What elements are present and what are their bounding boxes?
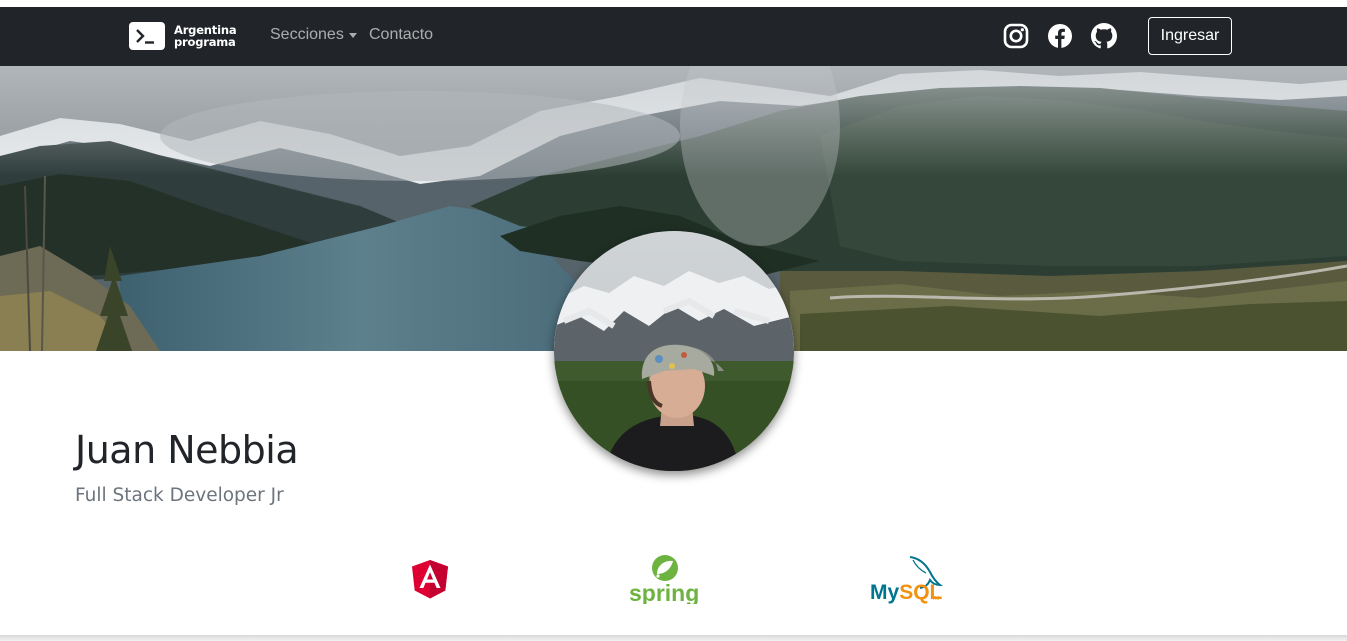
spring-logo-text: spring [629, 580, 699, 604]
brand-logo[interactable]: Argentina programa [129, 22, 237, 50]
page-bottom-border [0, 635, 1347, 641]
instagram-icon[interactable] [1003, 23, 1029, 49]
nav-contacto-link[interactable]: Contacto [369, 26, 433, 44]
spring-logo: spring [627, 552, 699, 609]
profile-title: Full Stack Developer Jr [75, 485, 284, 506]
mysql-tm: TM [932, 596, 939, 602]
nav-contacto-label: Contacto [369, 26, 434, 43]
mysql-logo: MySQL TM [870, 554, 944, 609]
profile-avatar [554, 231, 794, 471]
navbar: Argentina programa Secciones Contacto In… [0, 7, 1347, 66]
terminal-icon [129, 22, 165, 50]
nav-secciones-label: Secciones [270, 26, 344, 43]
login-button[interactable]: Ingresar [1148, 17, 1232, 55]
facebook-icon[interactable] [1047, 23, 1073, 49]
brand-line-2: programa [174, 35, 236, 49]
profile-name: Juan Nebbia [75, 428, 299, 472]
top-strip [0, 0, 1347, 7]
github-icon[interactable] [1091, 23, 1117, 49]
caret-down-icon [348, 33, 357, 38]
angular-logo [411, 559, 449, 604]
nav-secciones-dropdown[interactable]: Secciones [270, 26, 357, 44]
